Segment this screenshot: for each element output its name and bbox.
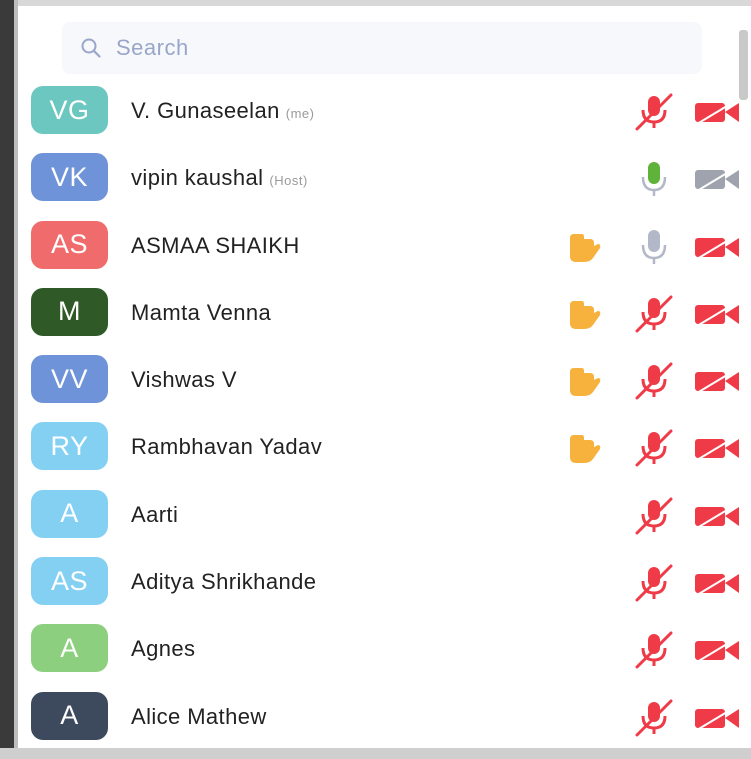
- participant-name: ASMAA SHAIKH: [131, 233, 300, 259]
- avatar: AS: [31, 557, 108, 606]
- participant-row[interactable]: M Mamta Venna: [0, 280, 751, 347]
- participant-row[interactable]: A Alice Mathew: [0, 684, 751, 751]
- search-placeholder: Search: [116, 35, 189, 60]
- participant-name: Agnes: [131, 636, 195, 662]
- participant-name: vipin kaushal (Host): [131, 165, 308, 191]
- video-off-icon[interactable]: [693, 636, 741, 669]
- participant-name: Aarti: [131, 502, 178, 528]
- mic-muted-icon[interactable]: [632, 630, 676, 675]
- mic-icon[interactable]: [632, 227, 676, 272]
- participant-name-text: Rambhavan Yadav: [131, 434, 323, 460]
- participant-row[interactable]: A Agnes: [0, 616, 751, 683]
- avatar: A: [31, 691, 108, 740]
- video-off-icon[interactable]: [693, 704, 741, 737]
- participant-role-tag: (me): [285, 106, 315, 121]
- participant-name: Mamta Venna: [131, 300, 271, 326]
- participant-name-text: V. Gunaseelan: [131, 98, 280, 123]
- avatar: RY: [31, 422, 108, 471]
- participant-row[interactable]: RY Rambhavan Yadav: [0, 414, 751, 481]
- participant-name: Aditya Shrikhande: [131, 569, 316, 595]
- avatar: VV: [31, 355, 108, 404]
- bottom-border: [0, 748, 751, 759]
- participant-name: Alice Mathew: [131, 704, 267, 730]
- raised-hand-icon: [566, 431, 602, 470]
- mic-muted-icon[interactable]: [632, 496, 676, 541]
- participant-name-text: Alice Mathew: [131, 703, 267, 729]
- participant-row[interactable]: VG V. Gunaseelan (me): [0, 78, 751, 145]
- mic-muted-icon[interactable]: [632, 698, 676, 743]
- participant-row[interactable]: A Aarti: [0, 482, 751, 549]
- mic-muted-icon[interactable]: [632, 563, 676, 608]
- participant-name: Rambhavan Yadav: [131, 434, 322, 460]
- participant-row[interactable]: VV Vishwas V: [0, 347, 751, 414]
- participant-name-text: Aarti: [131, 501, 179, 527]
- video-off-icon[interactable]: [693, 300, 741, 333]
- raised-hand-icon: [566, 297, 602, 336]
- avatar: M: [31, 287, 108, 336]
- participant-name-text: Mamta Venna: [131, 299, 272, 325]
- participant-row[interactable]: AS ASMAA SHAIKH: [0, 213, 751, 280]
- video-off-icon[interactable]: [693, 367, 741, 400]
- mic-muted-icon[interactable]: [632, 428, 676, 473]
- video-off-icon[interactable]: [693, 502, 741, 535]
- top-border: [0, 0, 751, 6]
- video-off-icon[interactable]: [693, 165, 741, 198]
- avatar: A: [31, 624, 108, 673]
- avatar: AS: [31, 220, 108, 269]
- avatar: VK: [31, 153, 108, 202]
- mic-muted-icon[interactable]: [632, 294, 676, 339]
- participants-panel: Search VG V. Gunaseelan (me) VK vipin kaush…: [0, 0, 751, 759]
- mic-muted-icon[interactable]: [632, 92, 676, 137]
- raised-hand-icon: [566, 230, 602, 269]
- raised-hand-icon: [566, 364, 602, 403]
- video-off-icon[interactable]: [693, 233, 741, 266]
- video-off-icon[interactable]: [693, 98, 741, 131]
- participant-list: VG V. Gunaseelan (me) VK vipin kaushal (Host…: [0, 78, 751, 751]
- avatar: VG: [31, 86, 108, 134]
- participant-name-text: ASMAA SHAIKH: [131, 232, 300, 258]
- avatar: A: [31, 489, 108, 538]
- video-off-icon[interactable]: [693, 434, 741, 467]
- participant-role-tag: (Host): [269, 173, 308, 189]
- search-icon: [81, 38, 101, 58]
- video-off-icon[interactable]: [693, 569, 741, 602]
- participant-row[interactable]: VK vipin kaushal (Host): [0, 145, 751, 212]
- participant-row[interactable]: AS Aditya Shrikhande: [0, 549, 751, 616]
- participant-name-text: vipin kaushal: [131, 165, 264, 191]
- participant-name-text: Aditya Shrikhande: [131, 569, 317, 595]
- search-input[interactable]: Search: [62, 22, 702, 74]
- participant-name: V. Gunaseelan (me): [131, 98, 314, 124]
- participant-name-text: Agnes: [131, 636, 196, 662]
- participant-name-text: Vishwas V: [131, 367, 237, 393]
- mic-on-icon[interactable]: [632, 159, 676, 204]
- mic-muted-icon[interactable]: [632, 361, 676, 406]
- participant-name: Vishwas V: [131, 367, 237, 393]
